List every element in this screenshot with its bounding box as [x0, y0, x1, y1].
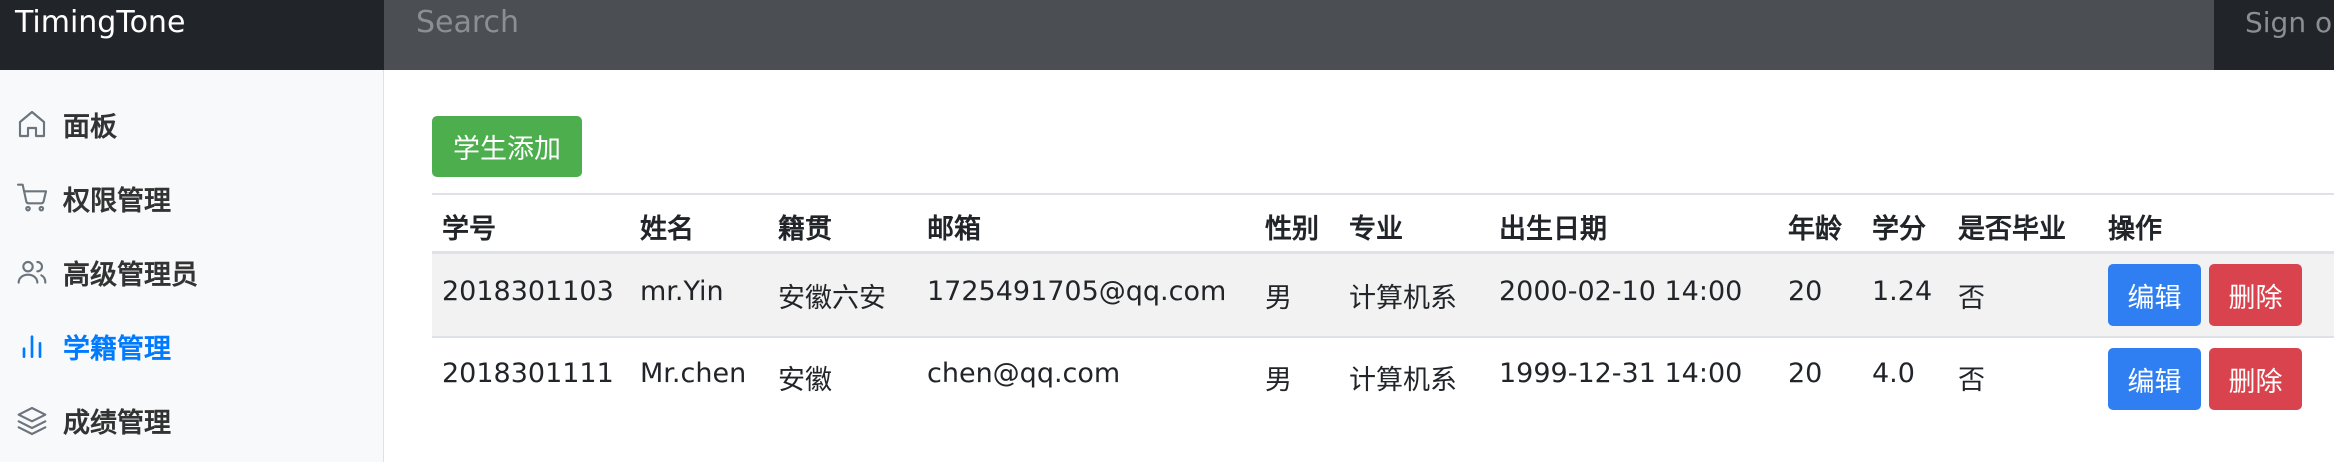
layers-icon	[17, 406, 47, 436]
table-header-row: 学号 姓名 籍贯 邮箱 性别 专业 出生日期 年龄 学分 是否毕业 操作	[432, 195, 2334, 251]
sidebar: 面板 权限管理 高级管理员 学籍管理 成绩管理	[0, 70, 384, 462]
cell-credits: 1.24	[1872, 276, 1933, 307]
cell-age: 20	[1788, 276, 1823, 307]
cell-birthdate: 1999-12-31 14:00	[1499, 358, 1743, 389]
sidebar-item-label: 学籍管理	[63, 333, 171, 365]
cell-major: 计算机系	[1349, 365, 1457, 396]
delete-button[interactable]: 删除	[2209, 348, 2302, 410]
header-gender: 性别	[1265, 214, 1319, 245]
header-graduated: 是否毕业	[1958, 214, 2066, 245]
cell-name: mr.Yin	[640, 276, 724, 307]
cell-birthdate: 2000-02-10 14:00	[1499, 276, 1743, 307]
header-email: 邮箱	[927, 214, 981, 245]
cell-hometown: 安徽	[778, 365, 832, 396]
cell-credits: 4.0	[1872, 358, 1915, 389]
header-major: 专业	[1349, 214, 1403, 245]
table-row: 2018301103 mr.Yin 安徽六安 1725491705@qq.com…	[432, 254, 2334, 336]
sidebar-item-label: 面板	[63, 111, 117, 143]
header-hometown: 籍贯	[778, 214, 832, 245]
edit-button[interactable]: 编辑	[2108, 264, 2201, 326]
cell-email: chen@qq.com	[927, 358, 1121, 389]
brand-logo[interactable]: TimingTone	[0, 0, 384, 70]
cell-graduated: 否	[1958, 365, 1985, 396]
header-actions: 操作	[2108, 214, 2162, 245]
cell-hometown: 安徽六安	[778, 283, 886, 314]
shopping-cart-icon	[16, 183, 48, 212]
cell-name: Mr.chen	[640, 358, 747, 389]
header-age: 年龄	[1788, 214, 1842, 245]
sidebar-item-grades[interactable]: 成绩管理	[0, 390, 383, 450]
sidebar-item-label: 高级管理员	[63, 259, 198, 291]
users-icon	[17, 260, 47, 284]
header-birthdate: 出生日期	[1499, 214, 1607, 245]
cell-email: 1725491705@qq.com	[927, 276, 1227, 307]
sidebar-item-label: 权限管理	[63, 185, 171, 217]
sidebar-item-senior-admin[interactable]: 高级管理员	[0, 242, 383, 302]
header-student-id: 学号	[442, 214, 496, 245]
home-icon	[18, 110, 46, 138]
header-credits: 学分	[1872, 214, 1926, 245]
cell-gender: 男	[1265, 283, 1292, 314]
sidebar-item-student-records[interactable]: 学籍管理	[0, 316, 383, 376]
sidebar-item-label: 成绩管理	[63, 407, 171, 439]
signout-link[interactable]: Sign out	[2245, 0, 2334, 45]
cell-graduated: 否	[1958, 283, 1985, 314]
search-input[interactable]	[384, 0, 2214, 45]
bar-chart-icon	[22, 335, 42, 358]
cell-age: 20	[1788, 358, 1823, 389]
delete-button[interactable]: 删除	[2209, 264, 2302, 326]
edit-button[interactable]: 编辑	[2108, 348, 2201, 410]
header-name: 姓名	[640, 214, 694, 245]
sidebar-item-permissions[interactable]: 权限管理	[0, 168, 383, 228]
cell-student-id: 2018301111	[442, 358, 614, 389]
cell-student-id: 2018301103	[442, 276, 614, 307]
cell-gender: 男	[1265, 365, 1292, 396]
table-row: 2018301111 Mr.chen 安徽 chen@qq.com 男 计算机系…	[432, 338, 2334, 420]
add-student-button[interactable]: 学生添加	[432, 116, 582, 177]
cell-major: 计算机系	[1349, 283, 1457, 314]
sidebar-item-dashboard[interactable]: 面板	[0, 94, 383, 154]
